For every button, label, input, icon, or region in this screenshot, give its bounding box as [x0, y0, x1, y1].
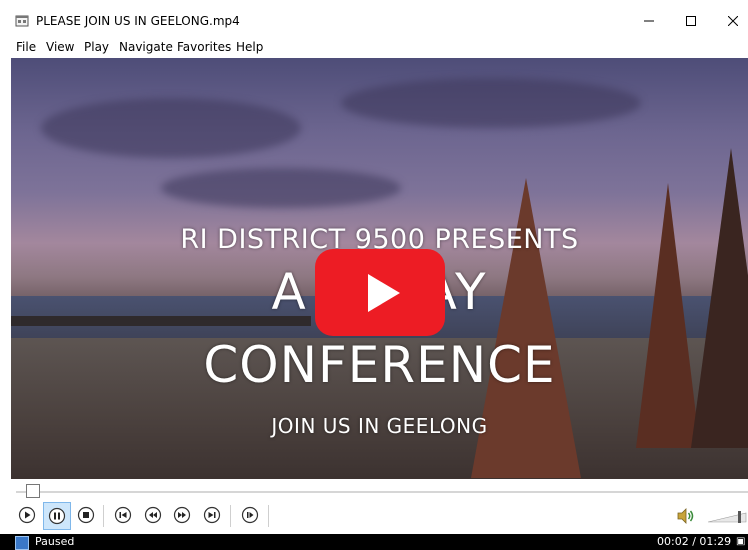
volume-slider[interactable]	[708, 511, 748, 523]
app-icon	[15, 15, 29, 27]
separator	[103, 505, 104, 527]
seek-thumb[interactable]	[26, 484, 41, 498]
previous-button[interactable]	[112, 504, 134, 526]
play-icon	[18, 506, 36, 524]
next-button[interactable]	[201, 504, 223, 526]
rewind-button[interactable]	[142, 504, 164, 526]
video-cloud	[41, 98, 301, 158]
maximize-icon	[686, 16, 696, 26]
volume-icon[interactable]	[676, 507, 696, 525]
maximize-button[interactable]	[668, 8, 714, 34]
playback-state: Paused	[35, 535, 75, 548]
menu-favorites[interactable]: Favorites	[177, 40, 231, 54]
close-button[interactable]	[710, 8, 748, 34]
play-button[interactable]	[16, 504, 38, 526]
separator	[230, 505, 231, 527]
time-display: 00:02 / 01:29	[657, 535, 732, 548]
menu-file[interactable]: File	[16, 40, 36, 54]
close-icon	[728, 16, 738, 26]
window-title: PLEASE JOIN US IN GEELONG.mp4	[36, 14, 240, 28]
video-cloud	[341, 78, 641, 128]
switch-view-icon[interactable]: ▣	[736, 536, 745, 547]
video-caption-line4: JOIN US IN GEELONG	[271, 414, 488, 438]
menu-play[interactable]: Play	[84, 40, 109, 54]
youtube-play-button[interactable]	[315, 249, 445, 336]
video-cloud	[161, 168, 401, 208]
player-status-icon	[15, 536, 29, 550]
stop-icon	[77, 506, 95, 524]
video-area[interactable]: RI DISTRICT 9500 PRESENTS A H DAY CONFER…	[11, 58, 748, 479]
minimize-icon	[644, 20, 654, 22]
menu-bar: File View Play Navigate Favorites Help	[0, 38, 748, 58]
title-bar: PLEASE JOIN US IN GEELONG.mp4	[0, 0, 748, 38]
rewind-icon	[144, 506, 162, 524]
play-icon	[368, 273, 400, 312]
status-bar: Paused 00:02 / 01:29 ▣	[0, 534, 748, 550]
pause-icon	[48, 507, 66, 525]
menu-view[interactable]: View	[46, 40, 74, 54]
seek-bar[interactable]	[16, 491, 748, 493]
pause-button[interactable]	[43, 502, 71, 530]
minimize-button[interactable]	[626, 8, 672, 34]
fast-forward-icon	[173, 506, 191, 524]
skip-back-icon	[114, 506, 132, 524]
fast-forward-button[interactable]	[171, 504, 193, 526]
menu-help[interactable]: Help	[236, 40, 263, 54]
video-caption-line3: CONFERENCE	[203, 336, 556, 394]
player-controls	[0, 479, 748, 534]
stop-button[interactable]	[75, 504, 97, 526]
frame-step-button[interactable]	[239, 504, 261, 526]
skip-forward-icon	[203, 506, 221, 524]
menu-navigate[interactable]: Navigate	[119, 40, 173, 54]
frame-step-icon	[241, 506, 259, 524]
separator	[268, 505, 269, 527]
